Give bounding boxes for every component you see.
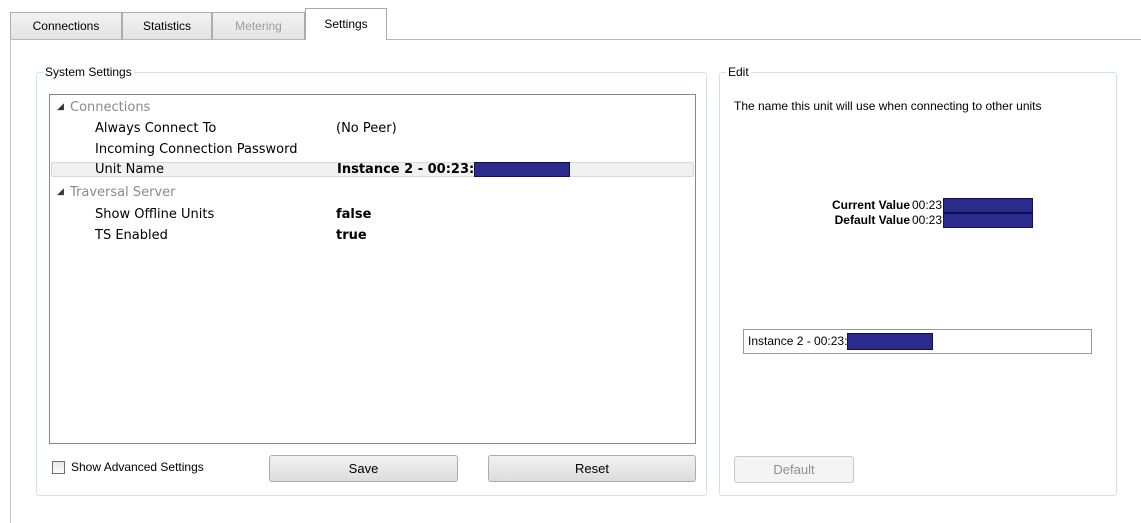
unit-name-input[interactable]: Instance 2 - 00:23: [743,329,1092,354]
tab-label: Connections [32,19,100,33]
setting-name: TS Enabled [95,228,168,243]
tab-page-border [10,39,11,523]
tree-row-always-connect-to[interactable]: Always Connect To (No Peer) [51,121,694,136]
show-advanced-label[interactable]: Show Advanced Settings [71,460,204,474]
redaction-block [847,333,934,351]
tab-connections[interactable]: Connections [10,12,122,39]
current-value: 00:23 [912,198,943,212]
edit-group: Edit [719,65,1117,496]
reset-button[interactable]: Reset [488,455,696,482]
current-value-line: Current Value 00:23 [760,198,1044,214]
value-summary: Current Value 00:23 Default Value 00:23 [760,198,1044,229]
setting-value: Instance 2 - 00:23: [337,162,475,177]
tree-row-incoming-connection-password[interactable]: Incoming Connection Password [51,142,694,157]
redaction-block [474,162,571,177]
tab-statistics[interactable]: Statistics [122,12,212,39]
tree-category-traversal-server[interactable]: ◢ Traversal Server [51,185,694,200]
system-settings-title: System Settings [43,65,134,79]
expanded-arrow-icon[interactable]: ◢ [57,100,64,115]
tab-label: Statistics [142,19,191,33]
tab-settings[interactable]: Settings [305,8,387,40]
default-value-label: Default Value [834,213,910,227]
tab-label: Settings [324,17,368,31]
save-label: Save [348,461,379,476]
setting-name: Show Offline Units [95,207,215,222]
redaction-block [943,198,1034,214]
setting-value-container: Instance 2 - 00:23: [337,162,571,177]
category-label: Traversal Server [70,185,176,200]
expanded-arrow-icon[interactable]: ◢ [57,185,64,200]
show-advanced-checkbox[interactable] [52,461,65,474]
setting-name: Unit Name [95,162,164,177]
tab-metering: Metering [212,12,305,39]
settings-tree[interactable]: ◢ Connections Always Connect To (No Peer… [49,94,696,444]
edit-description: The name this unit will use when connect… [734,99,1042,113]
default-value: 00:23 [912,213,943,227]
setting-name: Incoming Connection Password [95,142,298,157]
input-value: Instance 2 - 00:23: [748,334,848,348]
tree-category-connections[interactable]: ◢ Connections [51,100,694,115]
setting-value: (No Peer) [336,121,397,136]
setting-name: Always Connect To [95,121,217,136]
redaction-block [943,213,1034,229]
tree-row-ts-enabled[interactable]: TS Enabled true [51,228,694,243]
setting-value: true [336,228,367,243]
tab-label: Metering [235,19,282,33]
reset-label: Reset [575,461,609,476]
category-label: Connections [70,100,151,115]
tab-divider [10,39,1141,40]
default-value-line: Default Value 00:23 [760,213,1044,229]
current-value-label: Current Value [831,198,910,212]
current-value-container: 00:23 [912,198,1034,214]
default-button: Default [734,456,854,483]
save-button[interactable]: Save [269,455,458,482]
setting-value: false [336,207,372,222]
tree-row-unit-name[interactable]: Unit Name Instance 2 - 00:23: [51,162,694,177]
edit-title: Edit [726,65,751,79]
tree-row-show-offline-units[interactable]: Show Offline Units false [51,207,694,222]
default-label: Default [773,462,815,477]
default-value-container: 00:23 [912,213,1034,229]
tab-bar: Connections Statistics Metering Settings [10,8,1141,40]
